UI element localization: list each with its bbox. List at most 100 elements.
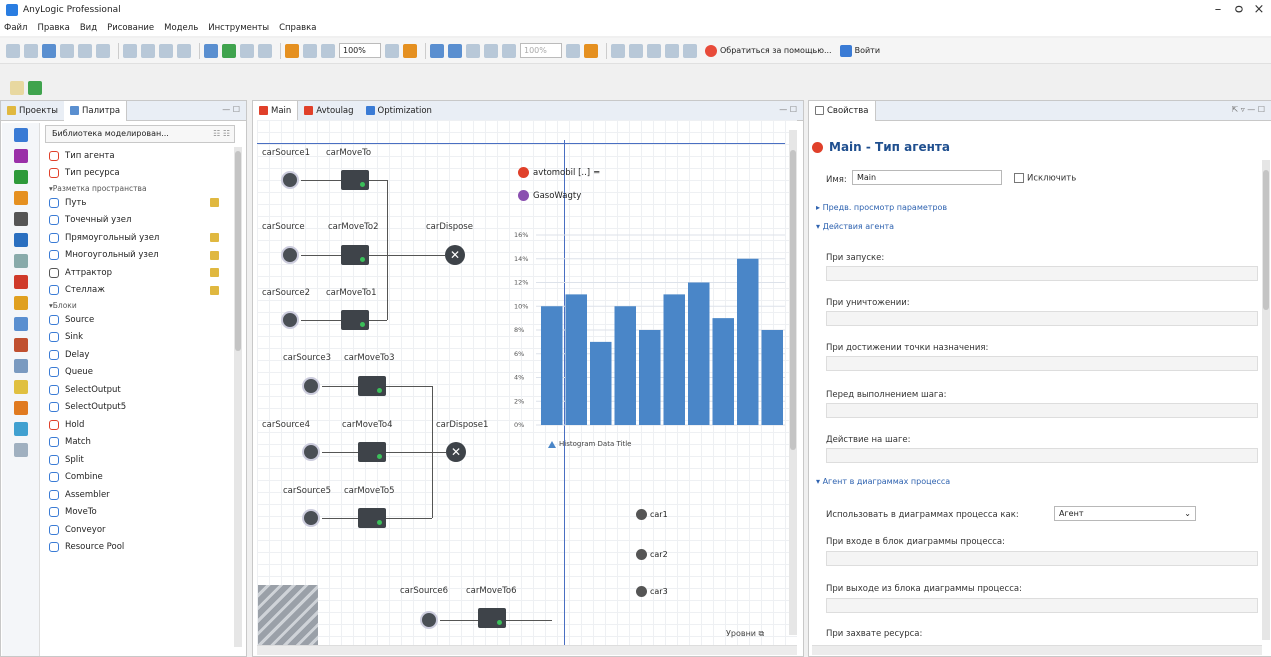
on-destroy-code[interactable] [826,311,1258,326]
palette-item[interactable]: Delay [49,346,229,364]
copy-icon[interactable] [141,43,155,58]
moveto-block[interactable] [341,170,369,190]
layers-icon[interactable] [466,43,480,58]
palette-item[interactable]: Многоугольный узел [49,247,229,265]
zoom-out-icon[interactable] [385,43,399,58]
wand-icon[interactable] [285,43,299,58]
fluid-library-icon[interactable] [13,233,28,247]
run-icon[interactable] [222,43,236,58]
palette-item[interactable]: Match [49,434,229,452]
grid-icon[interactable] [430,43,444,58]
drawing-mode-icon[interactable] [210,250,219,260]
palette-item[interactable]: SelectOutput [49,381,229,399]
exclude-checkbox[interactable]: Исключить [1014,173,1076,184]
menu-help[interactable]: Справка [279,23,316,33]
zoom-in-2-icon[interactable] [502,43,516,58]
palette-item[interactable]: Sink [49,329,229,347]
palette-item[interactable]: Точечный узел [49,212,229,230]
tab-avtoulag[interactable]: Avtoulag [298,101,359,121]
palette-item[interactable]: SelectOutput5 [49,399,229,417]
palette-item[interactable]: Queue [49,364,229,382]
car-agent[interactable]: car3 [636,586,668,597]
zoom-out-2-icon[interactable] [566,43,580,58]
editor-panel-controls[interactable]: — ☐ [779,105,797,114]
sink-block[interactable]: ✕ [445,245,465,265]
rail-library-icon[interactable] [13,191,28,205]
source-block[interactable] [420,611,438,629]
source-block[interactable] [281,311,299,329]
statistics-icon[interactable] [13,338,28,352]
drawing-mode-icon[interactable] [210,198,219,208]
tab-main[interactable]: Main [253,100,299,121]
moveto-block[interactable] [478,608,506,628]
presentation-icon[interactable] [13,317,28,331]
zoom-fit-icon[interactable] [303,43,317,58]
agent-population[interactable]: avtomobil [..] ═ [518,167,599,178]
properties-scrollbar[interactable] [1262,160,1270,640]
palette-item[interactable]: Resource Pool [49,539,229,557]
canvas-scroll-thumb[interactable] [790,150,796,450]
undo-icon[interactable] [78,43,92,58]
canvas-hscrollbar[interactable] [257,645,797,655]
panel-controls[interactable]: — ☐ [222,105,240,114]
name-input[interactable]: Main [852,170,1002,185]
perspective-icon[interactable] [10,81,24,95]
save-all-icon[interactable] [60,43,74,58]
car-agent[interactable]: car2 [636,549,668,560]
menu-draw[interactable]: Рисование [107,23,154,33]
zoom-select[interactable]: 100% [339,43,381,58]
use-as-select[interactable]: Агент ⌄ [1054,506,1196,521]
palette-item[interactable]: Assembler [49,486,229,504]
palette-item[interactable]: Тип ресурса [49,165,229,183]
on-exit-code[interactable] [826,598,1258,613]
palette-item[interactable]: Аттрактор [49,264,229,282]
source-block[interactable] [302,509,320,527]
properties-scroll-thumb[interactable] [1263,170,1269,310]
agent-library-icon[interactable] [13,128,28,142]
analysis-library-icon[interactable] [13,149,28,163]
pedestrian-library-icon[interactable] [13,170,28,184]
palette-item[interactable]: Hold [49,416,229,434]
paste-icon[interactable] [159,43,173,58]
menu-file[interactable]: Файл [4,23,27,33]
snap-icon[interactable] [448,43,462,58]
snap-2-icon[interactable] [629,43,643,58]
on-step-code[interactable] [826,448,1258,463]
menu-view[interactable]: Вид [80,23,97,33]
menu-model[interactable]: Модель [164,23,198,33]
drawing-mode-icon[interactable] [210,285,219,295]
drawing-mode-icon[interactable] [210,268,219,278]
palette-item[interactable]: Combine [49,469,229,487]
before-step-code[interactable] [826,403,1258,418]
material-library-icon[interactable] [13,254,28,268]
palette-item[interactable]: Прямоугольный узел [49,229,229,247]
process-library-icon[interactable] [13,275,28,289]
moveto-block[interactable] [341,245,369,265]
paint-icon[interactable] [403,43,417,58]
redo-icon[interactable] [96,43,110,58]
cut-icon[interactable] [123,43,137,58]
on-startup-code[interactable] [826,266,1258,281]
histogram-chart[interactable]: 0% 2% 4% 6% 8% 10% 12% 14% 16% [512,225,787,440]
tab-optimization[interactable]: Optimization [360,101,438,121]
tab-palette[interactable]: Палитра [64,100,128,121]
login-button[interactable]: Войти [839,44,880,57]
zoom-fit-2-icon[interactable] [484,43,498,58]
connectivity-icon[interactable] [13,380,28,394]
on-arrival-code[interactable] [826,356,1258,371]
delete-icon[interactable] [177,43,191,58]
drawing-mode-icon[interactable] [210,233,219,243]
menu-tools[interactable]: Инструменты [208,23,269,33]
state-chart-icon[interactable] [13,422,28,436]
build-icon[interactable] [204,43,218,58]
source-block[interactable] [302,443,320,461]
source-block[interactable] [281,171,299,189]
close-button[interactable]: × [1244,2,1271,17]
grid-2-icon[interactable] [611,43,625,58]
palette-item[interactable]: Source [49,311,229,329]
on-enter-code[interactable] [826,551,1258,566]
library-header-controls[interactable]: ☷ ☷ [213,126,230,142]
road-segment[interactable] [258,585,318,645]
export-icon[interactable] [665,43,679,58]
new-icon[interactable] [6,43,20,58]
